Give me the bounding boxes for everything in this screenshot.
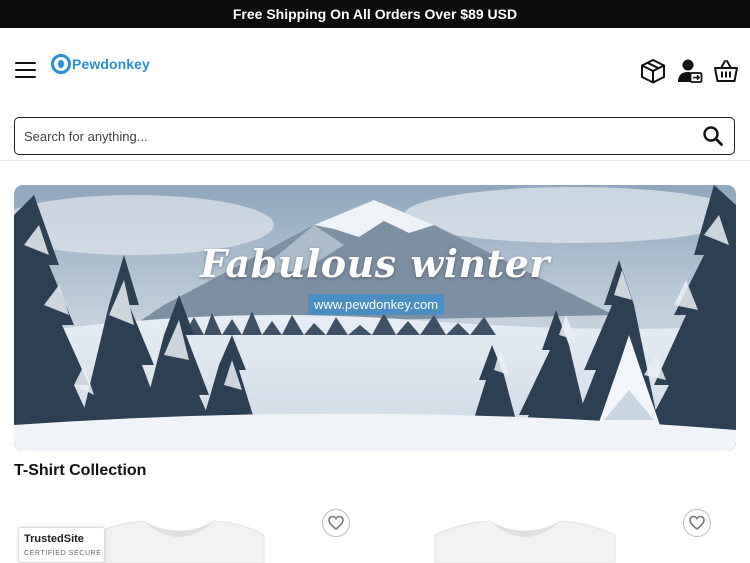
heart-icon[interactable] bbox=[683, 509, 711, 537]
announcement-text: Free Shipping On All Orders Over $89 USD bbox=[232, 6, 518, 22]
site-header: Pewdonkey bbox=[0, 28, 750, 118]
hamburger-menu-icon[interactable] bbox=[15, 62, 36, 78]
cart-basket-icon[interactable] bbox=[712, 57, 740, 85]
package-icon[interactable] bbox=[639, 57, 667, 85]
logo-mark-icon bbox=[51, 54, 71, 74]
hero-banner[interactable]: Fabulous winter www.pewdonkey.com bbox=[14, 185, 736, 451]
trust-badge-subtitle: CERTIFIED SECURE bbox=[24, 550, 102, 557]
header-divider bbox=[0, 160, 750, 161]
banner-url-label: www.pewdonkey.com bbox=[308, 294, 445, 315]
account-icon[interactable] bbox=[676, 57, 704, 85]
winter-landscape-image bbox=[14, 185, 736, 451]
search-bar bbox=[14, 117, 735, 155]
banner-title: Fabulous winter bbox=[200, 241, 550, 286]
search-input[interactable] bbox=[24, 126, 684, 146]
collection-title: T-Shirt Collection bbox=[14, 462, 147, 479]
search-icon[interactable] bbox=[702, 125, 724, 147]
tshirt-image bbox=[434, 520, 616, 563]
announcement-bar: Free Shipping On All Orders Over $89 USD bbox=[0, 0, 750, 28]
site-logo[interactable]: Pewdonkey bbox=[51, 52, 150, 76]
trustedsite-badge[interactable]: TrustedSite CERTIFIED SECURE bbox=[18, 527, 105, 563]
heart-icon[interactable] bbox=[322, 509, 350, 537]
product-card[interactable] bbox=[375, 505, 720, 563]
logo-text: Pewdonkey bbox=[72, 56, 150, 72]
trust-badge-name: TrustedSite bbox=[24, 533, 84, 545]
